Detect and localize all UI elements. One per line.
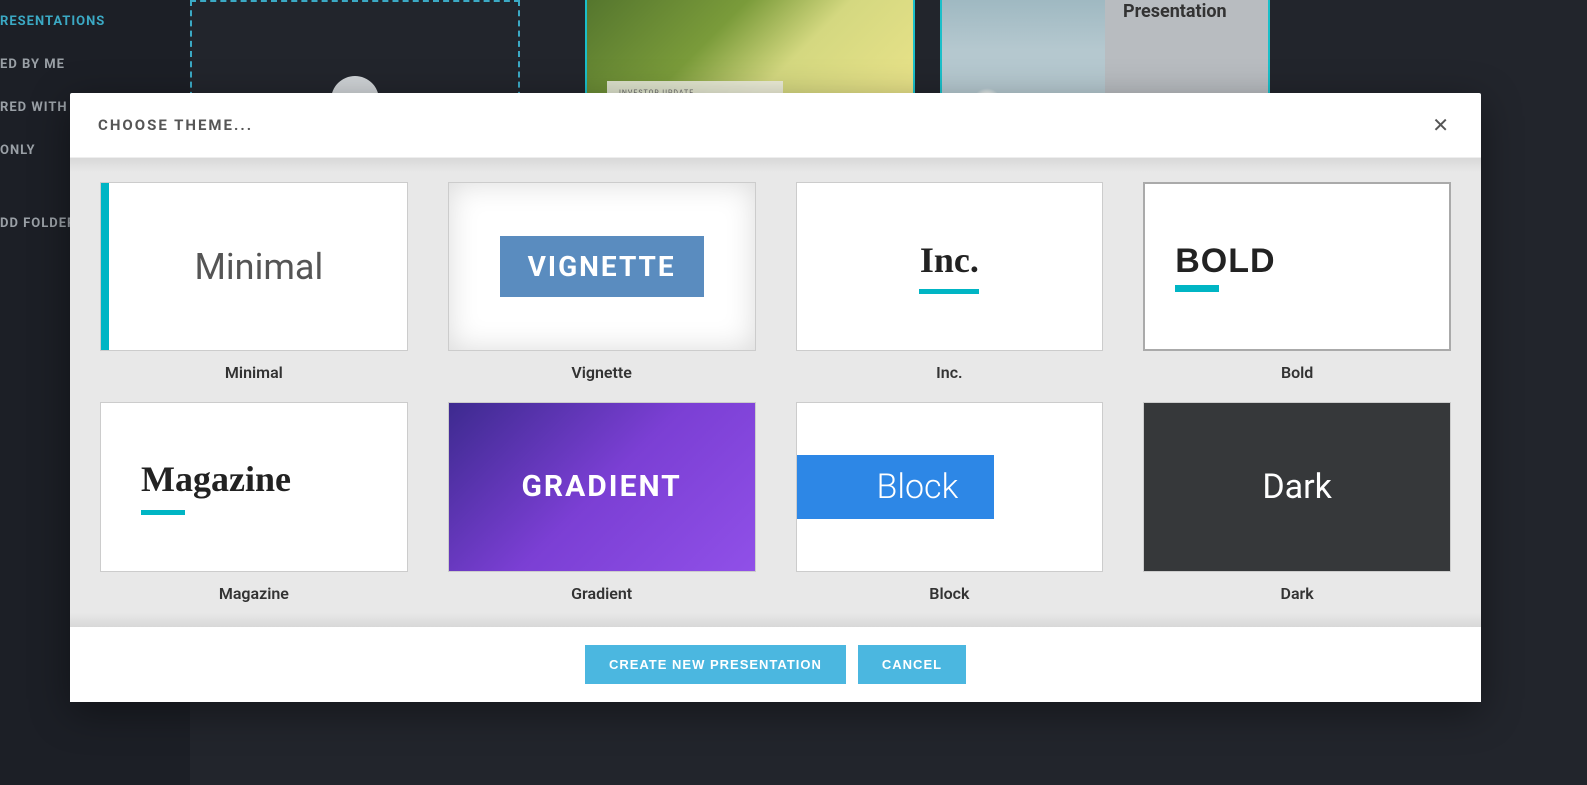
modal-header: CHOOSE THEME... ✕ xyxy=(70,93,1481,158)
theme-dark[interactable]: Dark Dark xyxy=(1143,402,1451,602)
theme-display-text: Block xyxy=(797,455,995,519)
choose-theme-modal: CHOOSE THEME... ✕ Minimal Minimal VIGNET… xyxy=(70,93,1481,702)
theme-display-text: GRADIENT xyxy=(521,469,681,504)
theme-inc[interactable]: Inc. Inc. xyxy=(796,182,1104,382)
close-icon[interactable]: ✕ xyxy=(1428,109,1453,141)
theme-label: Magazine xyxy=(219,584,289,603)
sidebar-item-presentations[interactable]: RESENTATIONS xyxy=(0,0,190,43)
theme-label: Gradient xyxy=(571,584,632,603)
accent-bar xyxy=(101,183,109,350)
accent-bar xyxy=(1175,285,1219,292)
theme-label: Minimal xyxy=(225,363,283,382)
theme-display-text: Inc. xyxy=(920,239,979,281)
theme-gradient[interactable]: GRADIENT Gradient xyxy=(448,402,756,602)
theme-preview: Block xyxy=(796,402,1104,571)
accent-bar xyxy=(919,289,979,294)
accent-bar xyxy=(141,510,185,515)
theme-display-text: Dark xyxy=(1262,467,1332,507)
theme-magazine[interactable]: Magazine Magazine xyxy=(100,402,408,602)
theme-preview: GRADIENT xyxy=(448,402,756,571)
theme-preview: Inc. xyxy=(796,182,1104,351)
theme-display-text: Minimal xyxy=(195,246,324,288)
cancel-button[interactable]: CANCEL xyxy=(858,645,966,684)
theme-preview: BOLD xyxy=(1143,182,1451,351)
modal-footer: CREATE NEW PRESENTATION CANCEL xyxy=(70,627,1481,702)
theme-minimal[interactable]: Minimal Minimal xyxy=(100,182,408,382)
create-presentation-button[interactable]: CREATE NEW PRESENTATION xyxy=(585,645,846,684)
theme-grid: Minimal Minimal VIGNETTE Vignette Inc. I… xyxy=(100,182,1451,603)
theme-preview: Minimal xyxy=(100,182,408,351)
theme-vignette[interactable]: VIGNETTE Vignette xyxy=(448,182,756,382)
theme-label: Vignette xyxy=(571,363,632,382)
theme-display-text: BOLD xyxy=(1175,242,1275,281)
theme-label: Bold xyxy=(1281,363,1313,382)
theme-preview: Magazine xyxy=(100,402,408,571)
theme-display-text: Magazine xyxy=(141,458,291,500)
sidebar-item-owned[interactable]: ED BY ME xyxy=(0,43,190,86)
theme-label: Dark xyxy=(1281,584,1314,603)
theme-label: Inc. xyxy=(936,363,962,382)
modal-title: CHOOSE THEME... xyxy=(98,116,253,134)
theme-display-text: VIGNETTE xyxy=(500,236,704,297)
theme-preview: Dark xyxy=(1143,402,1451,571)
theme-label: Block xyxy=(929,584,969,603)
modal-body: Minimal Minimal VIGNETTE Vignette Inc. I… xyxy=(70,158,1481,627)
theme-bold[interactable]: BOLD Bold xyxy=(1143,182,1451,382)
theme-block[interactable]: Block Block xyxy=(796,402,1104,602)
theme-preview: VIGNETTE xyxy=(448,182,756,351)
